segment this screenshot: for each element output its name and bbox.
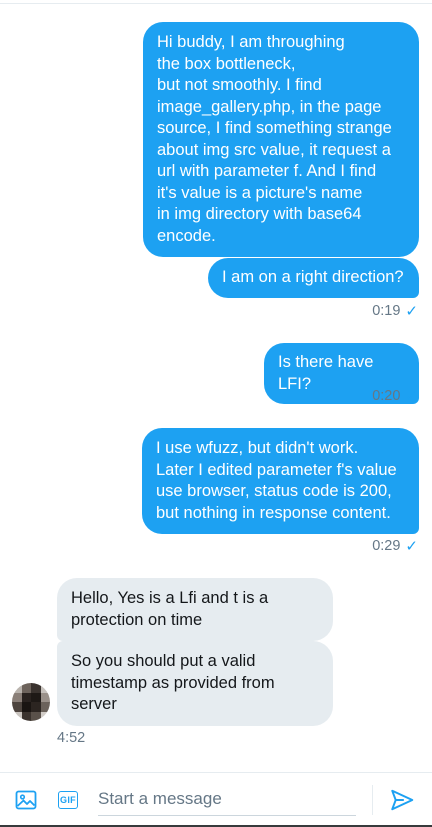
gif-button[interactable]: GIF [55,787,81,813]
incoming-message[interactable]: So you should put a valid timestamp as p… [57,641,333,726]
send-icon[interactable] [389,787,415,813]
outgoing-message[interactable]: I use wfuzz, but didn't work. Later I ed… [142,428,419,534]
message-timestamp: 0:20 [372,388,401,404]
composer-divider [372,785,373,815]
conversation[interactable]: Hi buddy, I am throughing the box bottle… [0,0,432,772]
outgoing-message[interactable]: Hi buddy, I am throughing the box bottle… [143,22,419,257]
message-composer: GIF [0,772,432,827]
message-meta: 0:20 ✓ [372,387,418,405]
sent-check-icon: ✓ [405,303,418,320]
gif-label: GIF [58,791,78,809]
sent-check-icon: ✓ [405,538,418,555]
image-icon[interactable] [13,787,39,813]
message-timestamp: 4:52 [57,730,86,746]
avatar[interactable] [12,683,50,721]
message-timestamp: 0:19 [372,303,401,319]
message-input[interactable] [98,783,356,816]
sent-check-icon: ✓ [405,388,418,405]
incoming-message[interactable]: Hello, Yes is a Lfi and t is a protectio… [57,578,333,641]
outgoing-message[interactable]: I am on a right direction? [208,258,419,298]
message-meta: 0:19 ✓ [372,302,418,320]
message-meta: 0:29 ✓ [372,537,418,555]
message-timestamp: 0:29 [372,538,401,554]
